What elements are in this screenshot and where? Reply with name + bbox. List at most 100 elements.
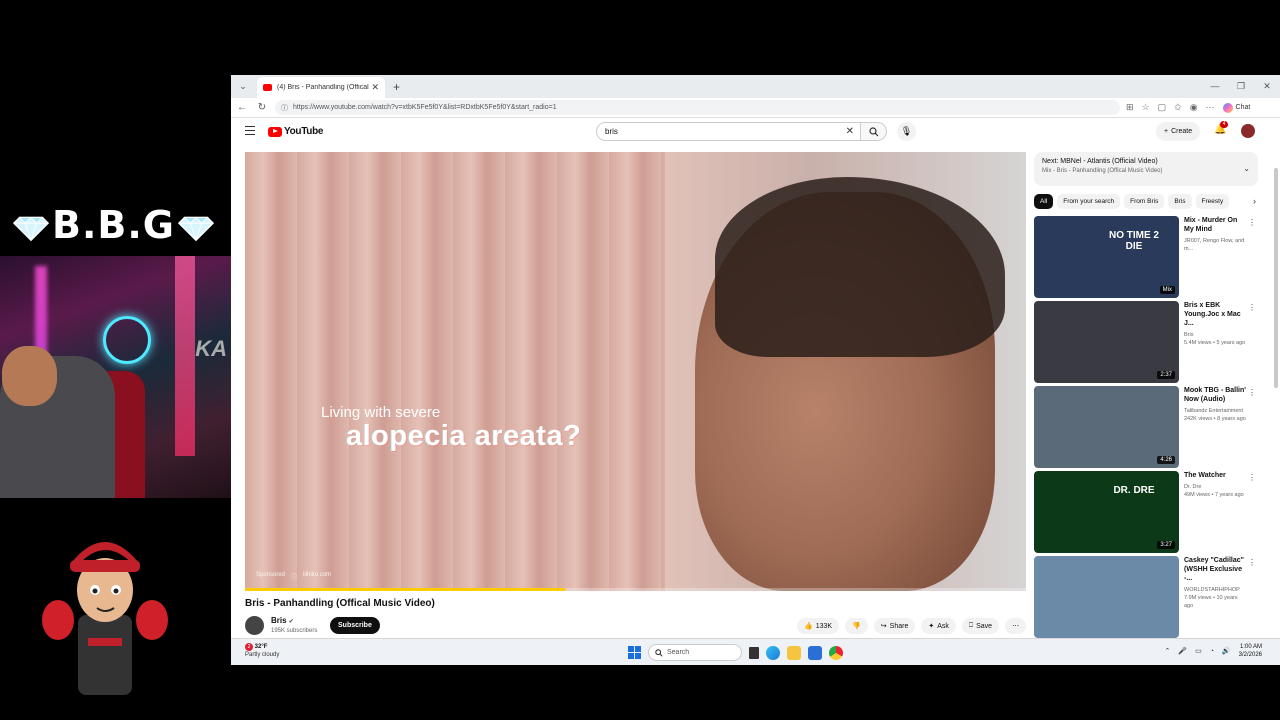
chrome-browser-icon[interactable] [829, 645, 843, 660]
video-thumbnail[interactable]: DR. DRE 3:27 [1034, 471, 1179, 553]
page-scrollbar[interactable] [1274, 168, 1278, 388]
more-menu-icon[interactable]: ⋯ [1206, 102, 1215, 113]
tab-list-button[interactable]: ⌄ [233, 81, 253, 92]
save-label: Save [976, 622, 993, 630]
copilot-button[interactable]: Chat [1222, 102, 1250, 113]
recommendation-item[interactable]: DR. DRE 3:27 The Watcher Dr. Dre 49M views •… [1034, 471, 1258, 553]
more-actions-button[interactable]: ⋯ [1005, 618, 1027, 634]
recommendation-title[interactable]: Bris x EBK Young.Joc x Mac J... [1184, 301, 1246, 328]
read-aloud-icon[interactable]: ⊞ [1126, 102, 1134, 113]
filter-chip[interactable]: Bris [1168, 194, 1192, 209]
new-tab-button[interactable]: + [393, 80, 400, 94]
chevron-right-icon[interactable]: › [1249, 196, 1256, 206]
store-icon[interactable] [808, 645, 822, 660]
url-text: https://www.youtube.com/watch?v=xtbK5Fe5… [293, 104, 557, 111]
recommendation-title[interactable]: Mook TBG - Ballin' Now (Audio) [1184, 386, 1246, 404]
video-thumbnail[interactable]: NO TIME 2 DIE Mix [1034, 216, 1179, 298]
extension-icon[interactable]: ◉ [1190, 102, 1198, 113]
favorite-star-icon[interactable]: ☆ [1142, 102, 1150, 113]
duration-badge: 2:37 [1157, 371, 1175, 379]
video-thumbnail[interactable]: 4:26 [1034, 386, 1179, 468]
recommendation-item[interactable]: NO TIME 2 DIE Mix Mix - Murder On My Mind J… [1034, 216, 1258, 298]
youtube-logo[interactable]: YouTube [268, 126, 324, 137]
menu-icon[interactable] [245, 126, 255, 135]
minimize-icon[interactable]: — [1202, 75, 1228, 98]
video-progress-bar[interactable] [245, 588, 1026, 591]
subscribe-button[interactable]: Subscribe [330, 617, 380, 634]
like-button[interactable]: 👍 133K [797, 618, 840, 634]
taskbar-search[interactable]: Search [648, 644, 742, 661]
filter-chip[interactable]: All [1034, 194, 1054, 209]
clear-search-icon[interactable]: ✕ [846, 126, 854, 137]
voice-search-button[interactable]: 🎙 [897, 122, 916, 141]
filter-chip[interactable]: From your search [1057, 194, 1121, 209]
windows-start-icon[interactable] [628, 646, 641, 659]
more-options-icon[interactable]: ⋮ [1248, 303, 1256, 312]
save-button[interactable]: ⎕ Save [961, 618, 1000, 634]
more-options-icon[interactable]: ⋮ [1248, 218, 1256, 227]
favorites-icon[interactable]: ✩ [1174, 102, 1182, 113]
back-icon[interactable]: ← [235, 102, 249, 113]
recommendation-channel[interactable]: Dr. Dre [1184, 483, 1246, 491]
ask-button[interactable]: ✦ Ask [921, 618, 956, 634]
thumbs-up-icon: 👍 [804, 623, 813, 630]
refresh-icon[interactable]: ↻ [255, 102, 269, 113]
recommendation-channel[interactable]: Talibandz Entertainment [1184, 407, 1246, 415]
video-frame-background [245, 152, 665, 591]
chevron-down-icon[interactable]: ⌄ [1243, 164, 1250, 173]
video-thumbnail[interactable] [1034, 556, 1179, 638]
url-field[interactable]: ⓘ https://www.youtube.com/watch?v=xtbK5F… [275, 100, 1120, 115]
share-icon: ↪ [880, 623, 887, 630]
recommendation-item[interactable]: 4:26 Mook TBG - Ballin' Now (Audio) Taliba… [1034, 386, 1258, 468]
recommendation-channel[interactable]: JR007, Rengo Flow, and m... [1184, 237, 1246, 253]
microphone-icon[interactable]: 🎤 [1178, 647, 1187, 655]
close-tab-icon[interactable]: ✕ [371, 82, 379, 93]
create-button[interactable]: + Create [1156, 122, 1201, 141]
channel-avatar[interactable] [245, 616, 264, 635]
channel-name-text: Bris [271, 616, 287, 625]
search-input[interactable]: bris ✕ [596, 122, 861, 141]
recommendation-channel[interactable]: Bris [1184, 331, 1246, 339]
sponsor-site[interactable]: lilhiko.com [303, 572, 331, 581]
video-player[interactable]: Living with severe alopecia areata? Spon… [245, 152, 1026, 591]
recommendation-item[interactable]: 2:37 Bris x EBK Young.Joc x Mac J... Bris 5… [1034, 301, 1258, 383]
edge-browser-icon[interactable] [766, 645, 780, 660]
recommendation-title[interactable]: The Watcher [1184, 471, 1246, 480]
tab-youtube[interactable]: (4) Bris - Panhandling (Offical Mu... ✕ [257, 77, 385, 98]
account-avatar[interactable] [1241, 124, 1255, 138]
recommendation-channel[interactable]: WORLDSTARHIPHOP [1184, 586, 1246, 594]
dislike-button[interactable]: 👎 [845, 618, 868, 634]
recommendation-item[interactable]: Caskey "Cadillac" (WSHH Exclusive -... WO… [1034, 556, 1258, 638]
up-next-panel[interactable]: Next: MBNel - Atlantis (Official Video) … [1034, 152, 1258, 186]
filter-chip[interactable]: From Bris [1124, 194, 1165, 209]
chevron-up-icon[interactable]: ⌃ [1164, 647, 1170, 655]
filter-chip[interactable]: Freesty [1195, 194, 1230, 209]
volume-icon[interactable]: 🔊 [1222, 647, 1231, 655]
split-screen-icon[interactable]: ▢ [1158, 102, 1167, 113]
channel-name[interactable]: Bris ✔ [271, 616, 294, 625]
stream-overlay-panel: B.B.G KA [0, 0, 231, 720]
more-options-icon[interactable]: ⋮ [1248, 558, 1256, 567]
recommendation-title[interactable]: Caskey "Cadillac" (WSHH Exclusive -... [1184, 556, 1246, 583]
recommendation-info: Mix - Murder On My Mind JR007, Rengo Flow… [1179, 216, 1258, 298]
file-explorer-icon[interactable] [787, 645, 801, 660]
sidebar: Next: MBNel - Atlantis (Official Video) … [1034, 152, 1258, 638]
filter-chips: All From your search From Bris Bris Freesty › [1034, 194, 1258, 212]
clock[interactable]: 1:00 AM 3/2/2026 [1239, 643, 1262, 659]
recommendation-list: NO TIME 2 DIE Mix Mix - Murder On My Mind J… [1034, 216, 1258, 638]
restore-icon[interactable]: ❐ [1228, 75, 1254, 98]
search-button[interactable] [861, 122, 887, 141]
wifi-icon[interactable]: ◔ [1210, 648, 1214, 655]
weather-widget[interactable]: 2 32°F Partly cloudy [245, 643, 279, 659]
task-view-icon[interactable] [749, 646, 759, 659]
recommendation-title[interactable]: Mix - Murder On My Mind [1184, 216, 1246, 234]
site-info-icon[interactable]: ⓘ [281, 103, 288, 113]
more-options-icon[interactable]: ⋮ [1248, 388, 1256, 397]
share-button[interactable]: ↪ Share [873, 618, 916, 634]
info-icon[interactable]: ⓘ [291, 572, 297, 581]
more-options-icon[interactable]: ⋮ [1248, 473, 1256, 482]
video-thumbnail[interactable]: 2:37 [1034, 301, 1179, 383]
notification-count-badge: 4 [1220, 121, 1228, 128]
display-icon[interactable]: ▭ [1195, 647, 1202, 655]
close-window-icon[interactable]: ✕ [1254, 75, 1280, 98]
